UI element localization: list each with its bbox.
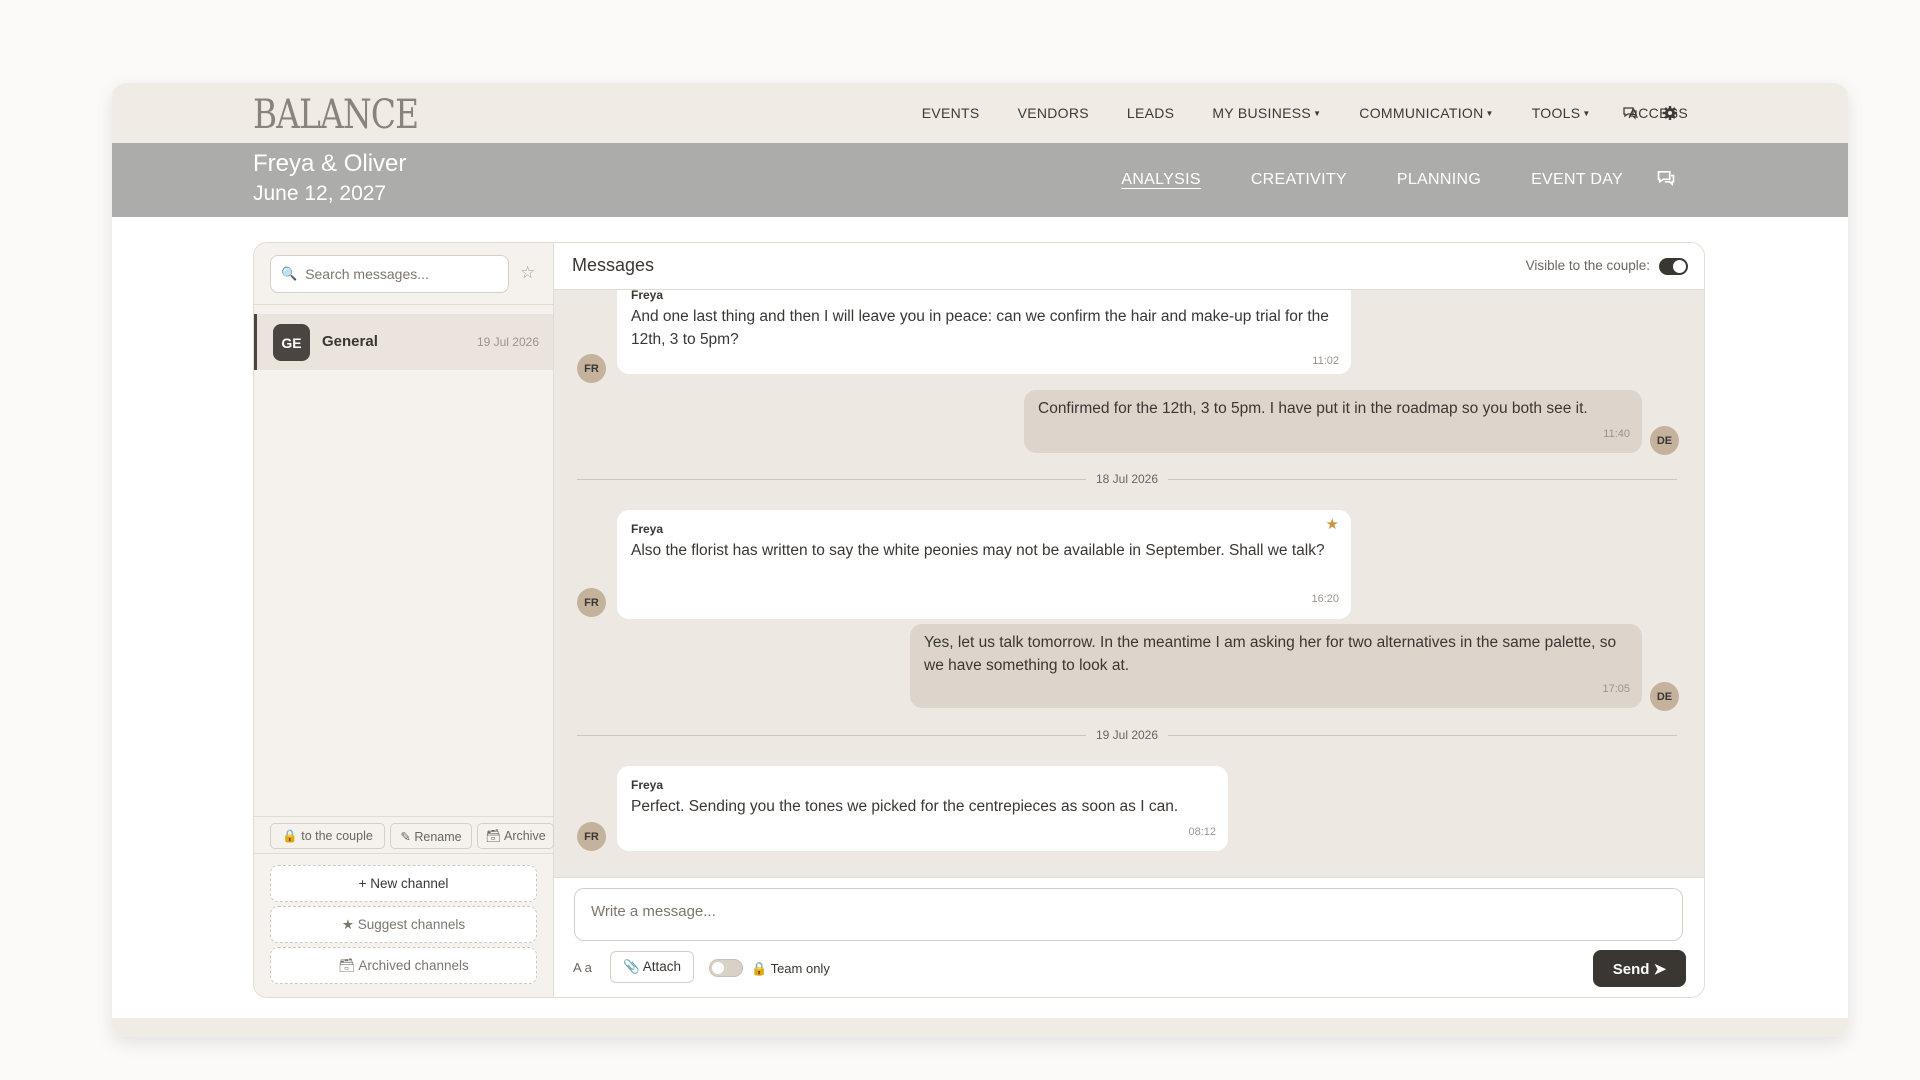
archived-channels-button[interactable]: 🗃 Archived channels [270, 947, 537, 984]
message-bubble: Yes, let us talk tomorrow. In the meanti… [910, 624, 1642, 708]
star-filter-icon[interactable]: ☆ [520, 263, 535, 283]
channel-item-general[interactable]: GE General 19 Jul 2026 [254, 314, 553, 370]
archive-button[interactable]: 🗃 Archive [477, 823, 554, 849]
event-date: June 12, 2027 [253, 182, 387, 205]
nav-events[interactable]: EVENTS [922, 105, 980, 121]
message-text: And one last thing and then I will leave… [631, 308, 1329, 348]
avatar: FR [577, 354, 606, 383]
nav-leads-label: LEADS [1126, 105, 1175, 121]
event-tabs: ANALYSIS CREATIVITY PLANNING EVENT DAY [1071, 143, 1623, 217]
caret-down-icon: ▼ [1582, 109, 1591, 118]
channel-actions: 🔒 to the couple ✎ Rename 🗃 Archive [254, 816, 554, 854]
message-input[interactable] [574, 888, 1683, 941]
avatar: FR [577, 822, 606, 851]
suggest-channels-button[interactable]: ★ Suggest channels [270, 906, 537, 943]
message-sender: Freya [631, 778, 664, 792]
app-window: BALANCE EVENTS VENDORS LEADS MY BUSINESS… [112, 83, 1848, 1037]
toggle-knob [1673, 260, 1686, 273]
channel-date: 19 Jul 2026 [476, 335, 539, 349]
sidebar-divider [254, 304, 553, 305]
tab-event-day[interactable]: EVENT DAY [1531, 171, 1623, 189]
top-navigation: BALANCE EVENTS VENDORS LEADS MY BUSINESS… [112, 83, 1848, 143]
message-sender: Freya [631, 522, 664, 536]
message-time: 11:02 [1312, 355, 1339, 367]
message-text: Yes, let us talk tomorrow. In the meanti… [924, 634, 1617, 674]
date-separator: 19 Jul 2026 [577, 728, 1677, 742]
chat-panel: 🔍 ☆ GE General 19 Jul 2026 🔒 to the coup… [253, 242, 1705, 998]
avatar: DE [1650, 682, 1679, 711]
nav-my-business-label: MY BUSINESS [1212, 105, 1312, 121]
tab-planning[interactable]: PLANNING [1397, 171, 1481, 189]
message-bubble: Confirmed for the 12th, 3 to 5pm. I have… [1024, 390, 1642, 453]
channel-sidebar: 🔍 ☆ GE General 19 Jul 2026 🔒 to the coup… [254, 243, 554, 997]
tab-creativity[interactable]: CREATIVITY [1251, 171, 1347, 189]
messages-main: Messages Visible to the couple: Freya An… [554, 243, 1704, 997]
tab-analysis[interactable]: ANALYSIS [1121, 171, 1200, 189]
channel-avatar: GE [273, 324, 310, 361]
search-input[interactable] [305, 266, 496, 282]
avatar: FR [577, 588, 606, 617]
visible-to-couple-label: Visible to the couple: [1525, 258, 1650, 273]
nav-tools-label: TOOLS [1531, 105, 1581, 121]
search-icon: 🔍 [281, 266, 298, 281]
separator-label: 18 Jul 2026 [1085, 472, 1169, 486]
rename-button[interactable]: ✎ Rename [390, 823, 472, 849]
event-couple-name: Freya & Oliver [253, 150, 407, 177]
nav-vendors-label: VENDORS [1017, 105, 1089, 121]
app-logo[interactable]: BALANCE [253, 92, 419, 138]
message-list[interactable]: Freya And one last thing and then I will… [554, 290, 1704, 877]
avatar: DE [1650, 426, 1679, 455]
team-only-toggle[interactable] [709, 959, 743, 977]
message-time: 17:05 [1602, 683, 1630, 695]
message-bubble: Freya Also the florist has written to sa… [617, 510, 1351, 619]
event-chat-icon[interactable] [1656, 168, 1680, 192]
message-composer: A a 📎 Attach 🔒 Team only Send ➤ [554, 877, 1704, 997]
nav-my-business[interactable]: MY BUSINESS ▼ [1212, 105, 1321, 121]
toggle-knob [712, 962, 724, 974]
message-time: 11:40 [1603, 428, 1630, 440]
search-box: 🔍 [270, 255, 509, 293]
gear-icon[interactable] [1658, 101, 1682, 125]
chat-icon[interactable] [1618, 101, 1642, 125]
message-time: 08:12 [1188, 826, 1216, 838]
nav-vendors[interactable]: VENDORS [1018, 105, 1089, 121]
nav-events-label: EVENTS [921, 105, 980, 121]
messages-title: Messages [572, 255, 655, 275]
message-bubble: Freya And one last thing and then I will… [617, 290, 1351, 374]
caret-down-icon: ▼ [1485, 109, 1494, 118]
date-separator: 18 Jul 2026 [577, 472, 1677, 486]
channel-name: General [322, 333, 378, 350]
message-bubble: Freya Perfect. Sending you the tones we … [617, 766, 1228, 851]
new-channel-button[interactable]: + New channel [270, 865, 537, 902]
nav-leads[interactable]: LEADS [1127, 105, 1174, 121]
visible-to-couple-toggle[interactable] [1659, 258, 1688, 275]
visibility-couple-button[interactable]: 🔒 to the couple [270, 823, 385, 849]
messages-header: Messages Visible to the couple: [554, 243, 1704, 290]
nav-tools[interactable]: TOOLS ▼ [1532, 105, 1591, 121]
nav-communication-label: COMMUNICATION [1359, 105, 1484, 121]
message-time: 16:20 [1311, 593, 1339, 605]
message-sender: Freya [631, 290, 664, 302]
message-text: Also the florist has written to say the … [631, 542, 1325, 559]
send-button[interactable]: Send ➤ [1593, 950, 1686, 987]
caret-down-icon: ▼ [1313, 109, 1322, 118]
star-icon[interactable]: ★ [1326, 515, 1339, 533]
format-text-button[interactable]: A a [573, 960, 592, 975]
attach-button[interactable]: 📎 Attach [610, 951, 694, 983]
message-text: Confirmed for the 12th, 3 to 5pm. I have… [1038, 400, 1588, 417]
event-header: Freya & Oliver June 12, 2027 ANALYSIS CR… [112, 143, 1848, 217]
separator-label: 19 Jul 2026 [1085, 728, 1169, 742]
window-footer [112, 1018, 1848, 1037]
message-text: Perfect. Sending you the tones we picked… [631, 798, 1179, 815]
team-only-label: 🔒 Team only [751, 961, 830, 976]
nav-communication[interactable]: COMMUNICATION ▼ [1359, 105, 1493, 121]
nav-links: EVENTS VENDORS LEADS MY BUSINESS ▼ COMMUN… [884, 83, 1688, 143]
